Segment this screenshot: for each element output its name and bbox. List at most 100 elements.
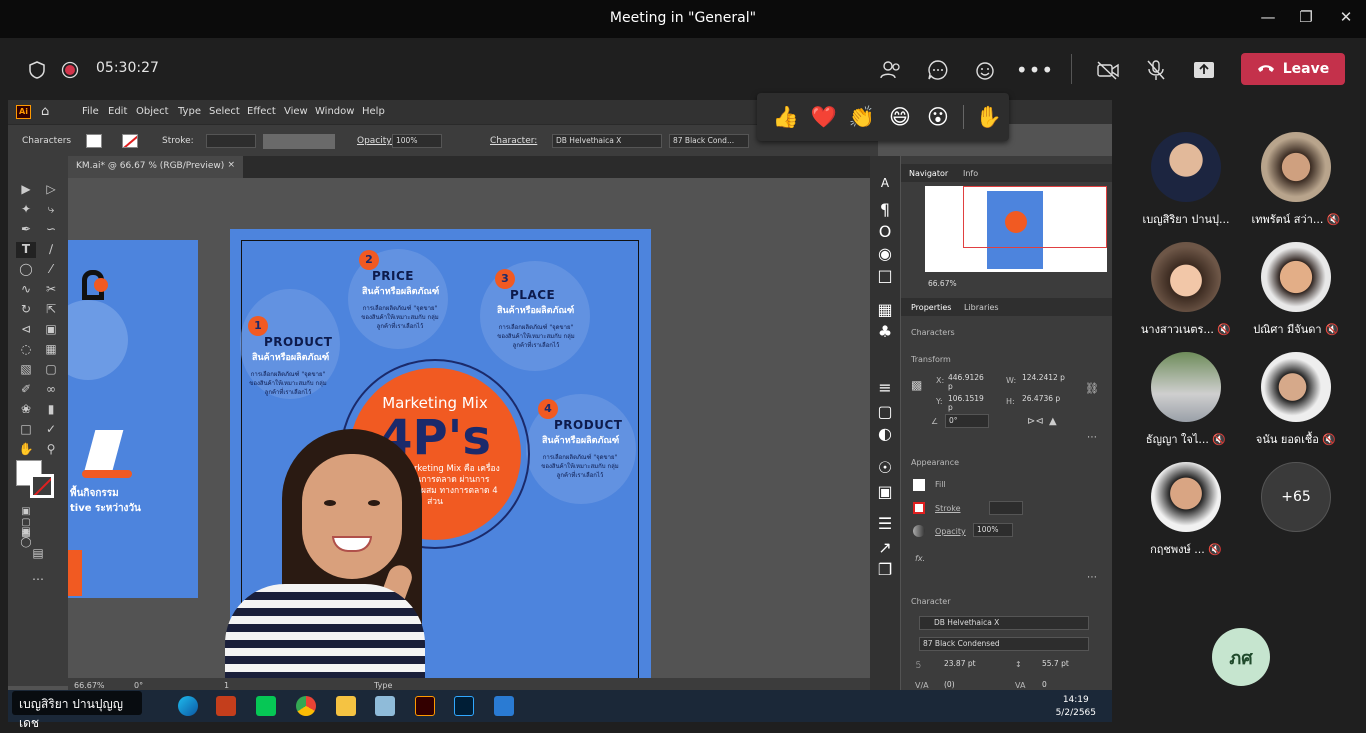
font-family-field[interactable]: DB Helvethaica X (552, 134, 662, 148)
fill-swatch-panel[interactable] (913, 479, 925, 491)
opentype-panel-icon[interactable]: O (875, 222, 895, 241)
paintbrush-tool[interactable]: ⁄ (41, 262, 61, 278)
align-panel-icon[interactable]: ≡ (875, 378, 895, 397)
close-tab-icon[interactable]: × (227, 160, 235, 170)
shape-builder-tool[interactable]: ◌ (16, 342, 36, 358)
participant-tile[interactable]: ธัญญา ใจไ... 🔇 (1131, 348, 1241, 458)
menu-effect[interactable]: Effect (247, 106, 276, 117)
graphic-styles-panel-icon[interactable]: ▣ (875, 482, 895, 501)
zoom-tool[interactable]: ⚲ (41, 442, 61, 458)
laugh-reaction[interactable]: 😄 (881, 105, 919, 129)
shield-icon[interactable] (23, 56, 51, 84)
flip-vertical-icon[interactable]: ▲ (1049, 416, 1057, 427)
transparency-panel-icon[interactable]: ◐ (875, 424, 895, 443)
glyphs-panel-icon[interactable]: ◉ (875, 244, 895, 263)
artboards-panel-icon[interactable]: ❐ (875, 560, 895, 579)
navigator-preview[interactable] (925, 186, 1107, 272)
perspective-tool[interactable]: ▦ (41, 342, 61, 358)
participant-tile[interactable]: นางสาวเนตร... 🔇 (1131, 238, 1241, 348)
variable-width-field[interactable] (263, 134, 335, 149)
self-avatar[interactable]: ภศ (1212, 628, 1270, 686)
document-tab[interactable]: KM.ai* @ 66.67 % (RGB/Preview) × (68, 156, 243, 178)
tab-info[interactable]: Info (963, 169, 978, 178)
taskbar-clock[interactable]: 14:19 5/2/2565 (1056, 694, 1096, 720)
leave-button[interactable]: Leave (1241, 53, 1345, 85)
paragraph-panel-icon[interactable]: ¶ (875, 200, 895, 219)
font-style-field[interactable]: 87 Black Cond... (669, 134, 749, 148)
export-panel-icon[interactable]: ↗ (875, 538, 895, 557)
camera-off-icon[interactable] (1094, 56, 1122, 84)
chat-icon[interactable] (924, 56, 952, 84)
surprised-reaction[interactable]: 😮 (919, 105, 957, 129)
participant-tile[interactable]: เบญสิริยา ปานปุ... (1131, 128, 1241, 238)
appearance-more-icon[interactable]: ⋯ (1087, 572, 1097, 583)
heart-reaction[interactable]: ❤️ (805, 105, 843, 130)
stroke-swatch-panel[interactable] (913, 502, 925, 514)
scissors-tool[interactable]: ✂ (41, 282, 61, 298)
menu-object[interactable]: Object (136, 106, 169, 117)
constrain-proportions-icon[interactable]: ⛓ (1085, 382, 1099, 395)
stroke-swatch[interactable] (122, 134, 138, 148)
free-transform-tool[interactable]: ▣ (41, 322, 61, 338)
people-icon[interactable] (877, 56, 905, 84)
powerpoint-icon[interactable] (216, 696, 236, 716)
tab-navigator[interactable]: Navigator (909, 169, 948, 178)
fill-swatch[interactable] (86, 134, 102, 148)
stroke-color-box[interactable] (30, 474, 54, 498)
draw-mode-icon[interactable]: ▣ ◯ (16, 526, 36, 548)
home-icon[interactable]: ⌂ (41, 104, 49, 119)
brushes-panel-icon[interactable]: ▦ (875, 300, 895, 319)
menu-help[interactable]: Help (362, 106, 385, 117)
eyedropper-tool[interactable]: ✐ (16, 382, 36, 398)
menu-view[interactable]: View (284, 106, 308, 117)
y-field[interactable]: 106.1519 p (945, 393, 993, 412)
h-field[interactable]: 26.4736 p (1019, 393, 1069, 407)
blend-tool[interactable]: ∞ (41, 382, 61, 398)
more-icon[interactable]: ••• (1016, 56, 1053, 84)
more-participants-button[interactable]: +65 (1261, 462, 1331, 532)
swatches-panel-icon[interactable]: □ (875, 266, 895, 285)
lasso-tool[interactable]: ⤷ (41, 202, 61, 218)
main-artboard[interactable]: 1 PRODUCT สินค้าหรือผลิตภัณฑ์ การเลือกผล… (225, 229, 651, 678)
slice-tool[interactable]: ✓ (41, 422, 61, 438)
menu-type[interactable]: Type (178, 106, 201, 117)
illustrator-taskbar-icon[interactable] (415, 696, 435, 716)
raise-hand-reaction[interactable]: ✋ (970, 105, 1008, 130)
reference-point-icon[interactable]: ▩ (911, 378, 922, 392)
fx-label[interactable]: fx. (915, 554, 925, 563)
mesh-tool[interactable]: ▧ (16, 362, 36, 378)
status-artboard[interactable]: 1 (224, 681, 229, 690)
screen-mode-icon[interactable]: ▤ (28, 546, 48, 562)
appearance-panel-icon[interactable]: ☉ (875, 458, 895, 477)
menu-file[interactable]: File (82, 106, 99, 117)
panel-font-field[interactable]: DB Helvethaica X (919, 616, 1089, 630)
rotate-tool[interactable]: ↻ (16, 302, 36, 318)
layers-panel-icon[interactable]: ☰ (875, 514, 895, 533)
leading-field[interactable]: 55.7 pt (1039, 658, 1089, 672)
angle-field[interactable]: 0° (945, 414, 989, 428)
ellipse-tool[interactable]: ◯ (16, 262, 36, 278)
gradient-tool[interactable]: ▢ (41, 362, 61, 378)
stroke-weight-field[interactable] (206, 134, 256, 148)
edit-toolbar-icon[interactable]: ⋯ (28, 572, 48, 588)
tab-properties[interactable]: Properties (911, 303, 951, 312)
magic-wand-tool[interactable]: ✦ (16, 202, 36, 218)
width-tool[interactable]: ⊲ (16, 322, 36, 338)
reactions-icon[interactable] (972, 56, 1000, 84)
status-rotate[interactable]: 0° (134, 681, 143, 690)
line-tool[interactable]: ∕ (41, 242, 61, 258)
participant-tile[interactable]: จนัน ยอดเชื้อ 🔇 (1241, 348, 1351, 458)
menu-select[interactable]: Select (209, 106, 240, 117)
opacity-field[interactable]: 100% (392, 134, 442, 148)
gradient-panel-icon[interactable]: ▢ (875, 402, 895, 421)
close-button[interactable]: ✕ (1334, 8, 1358, 30)
hand-tool[interactable]: ✋ (16, 442, 36, 458)
photos-icon[interactable] (494, 696, 514, 716)
share-icon[interactable] (1190, 56, 1218, 84)
status-zoom[interactable]: 66.67% (74, 681, 105, 690)
graph-tool[interactable]: ▮ (41, 402, 61, 418)
like-reaction[interactable]: 👍 (767, 105, 805, 130)
flip-horizontal-icon[interactable]: ⊳⊲ (1027, 416, 1044, 427)
panel-style-field[interactable]: 87 Black Condensed (919, 637, 1089, 651)
edge-icon[interactable] (178, 696, 198, 716)
